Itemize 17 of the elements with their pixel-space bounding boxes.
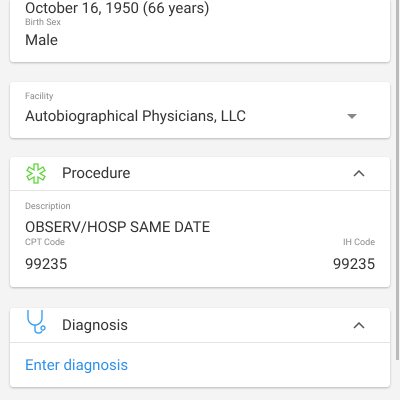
ih-code-value: 99235 [332,254,375,275]
description-value: OBSERV/HOSP SAME DATE [25,217,210,237]
field-label: Facility [25,91,54,103]
field-label: Birth Sex [25,17,61,29]
field-label: CPT Code [25,237,66,249]
diagnosis-header[interactable]: Diagnosis [10,308,390,343]
cpt-code-value: 99235 [25,254,68,275]
birth-sex-value: Male [25,30,58,51]
dropdown-caret-icon [347,114,357,118]
procedure-header[interactable]: Procedure [10,157,390,191]
asterisk-icon [25,162,47,184]
section-title: Diagnosis [62,314,128,336]
facility-dropdown[interactable]: Autobiographical Physicians, LLC [25,106,375,126]
birth-date: October 16, 1950 (66 years) [25,0,210,17]
field-label: Description [25,201,71,213]
section-title: Procedure [62,163,130,184]
field-label: IH Code [343,237,375,249]
